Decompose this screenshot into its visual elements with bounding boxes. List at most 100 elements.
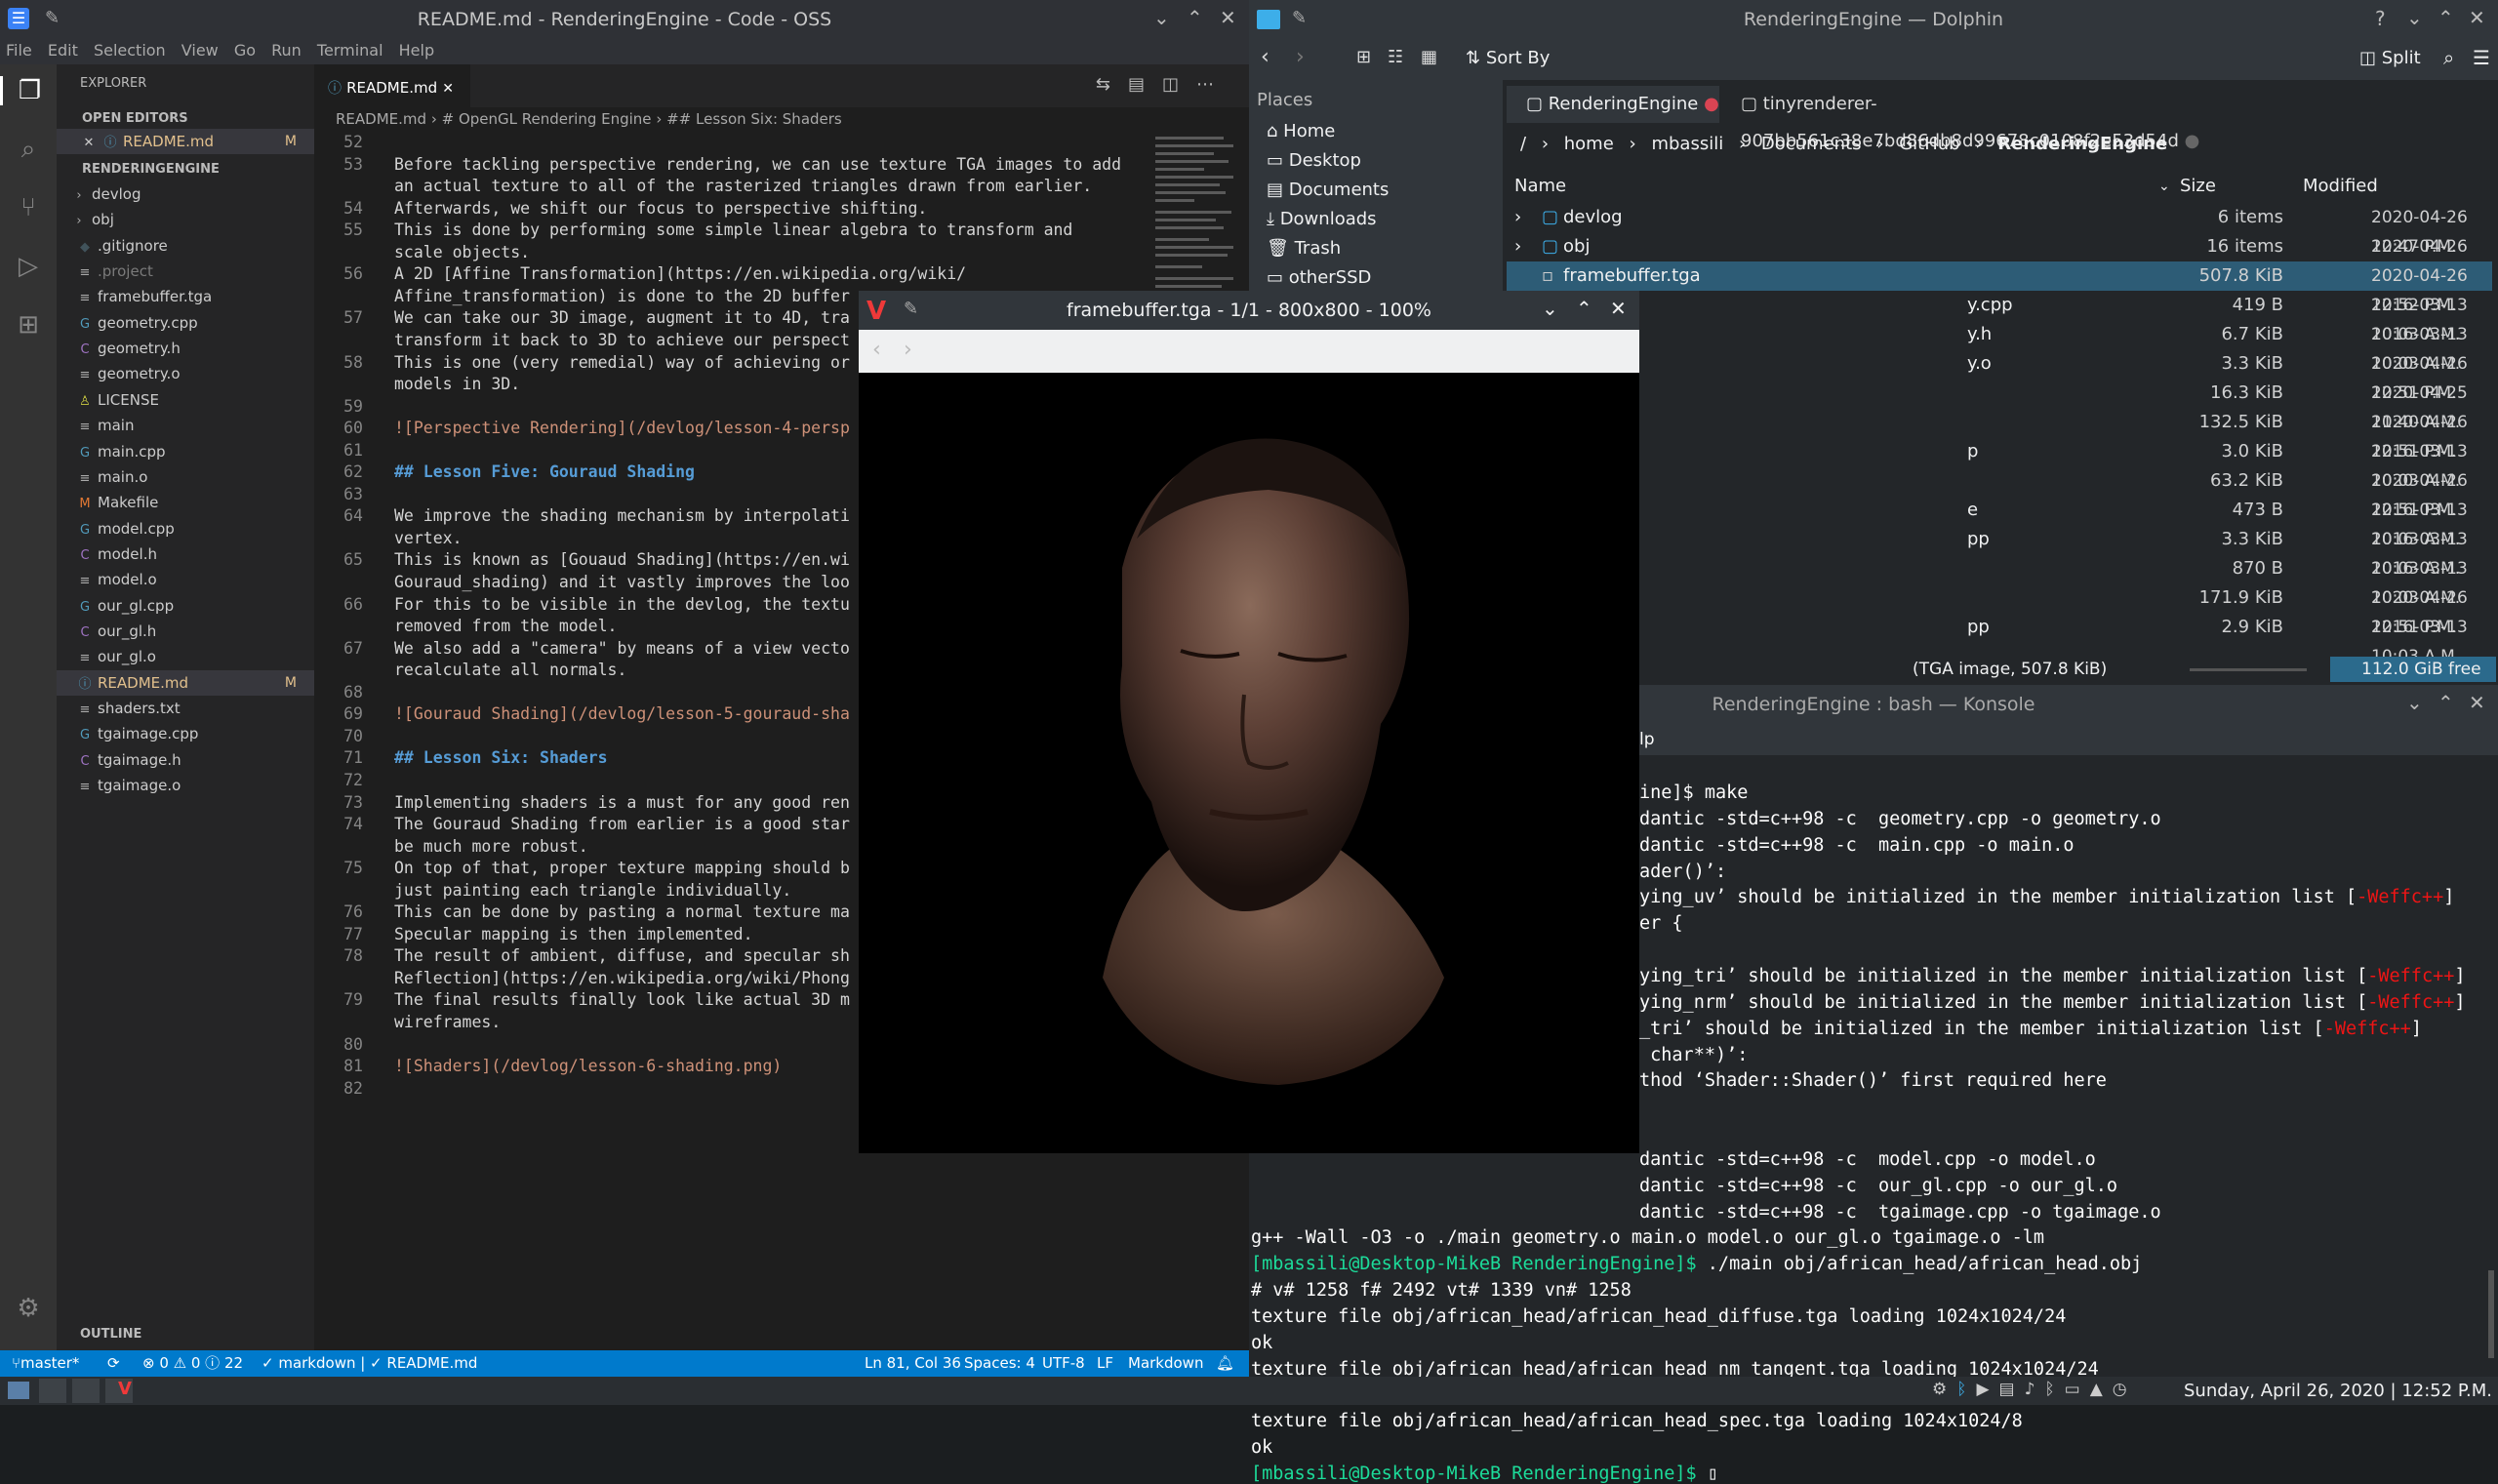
file-tree-item[interactable]: ◆ .gitignore — [57, 233, 314, 259]
file-tree-item[interactable]: ♙ LICENSE — [57, 387, 314, 413]
tray-network-icon[interactable]: ⚙ — [1932, 1380, 1956, 1399]
close-button[interactable]: ✕ — [1610, 297, 1627, 320]
hamburger-menu-icon[interactable]: ☰ — [2473, 46, 2490, 69]
file-tree-item[interactable]: Gmodel.cpp — [57, 516, 314, 541]
tray-media-icon[interactable]: ▶ — [1976, 1380, 1998, 1399]
search-icon[interactable]: ⌕ — [14, 135, 43, 164]
cursor-position[interactable]: Ln 81, Col 36 — [865, 1350, 961, 1377]
app-launcher-icon[interactable] — [8, 1382, 29, 1399]
code-line[interactable]: ![Gouraud Shading](/devlog/lesson-5-gour… — [394, 704, 850, 723]
crumb-documents[interactable]: Documents — [1761, 134, 1862, 154]
details-view-icon[interactable]: ▦ — [1421, 47, 1437, 67]
code-line[interactable]: The result of ambient, diffuse, and spec… — [394, 946, 850, 965]
file-row[interactable]: ›▢obj16 items2020-04-26 12:50 P.M. — [1507, 232, 2492, 286]
outline-header[interactable]: OUTLINE — [80, 1327, 141, 1342]
code-line[interactable]: just painting each triangle individually… — [394, 881, 791, 900]
help-icon[interactable]: ? — [2375, 7, 2386, 30]
minimize-button[interactable]: ⌄ — [1153, 6, 1170, 29]
file-tree-item[interactable]: ≡ shaders.txt — [57, 696, 314, 721]
code-line[interactable]: This can be done by pasting a normal tex… — [394, 902, 850, 921]
menu-selection[interactable]: Selection — [94, 41, 166, 60]
breadcrumb-heading-2[interactable]: ## Lesson Six: Shaders — [666, 110, 842, 128]
code-line[interactable]: Before tackling perspective rendering, w… — [394, 155, 1121, 174]
tray-bluetooth-icon[interactable]: ᛒ — [1956, 1380, 1976, 1399]
icons-view-icon[interactable]: ⊞ — [1356, 47, 1371, 67]
search-icon[interactable]: ⌕ — [2443, 46, 2454, 69]
terminal-scrollbar[interactable] — [2488, 1270, 2494, 1358]
sync-icon[interactable]: ⟳ — [107, 1350, 120, 1377]
column-name[interactable]: Name — [1514, 172, 1566, 201]
close-button[interactable]: ✕ — [2469, 6, 2485, 29]
file-tree-item[interactable]: › devlog — [57, 181, 314, 207]
code-line[interactable]: models in 3D. — [394, 375, 520, 393]
code-line[interactable]: ## Lesson Six: Shaders — [394, 748, 608, 767]
file-row[interactable]: ▫pp2.9 KiB2016-03-13 10:03 A.M. — [1507, 613, 2492, 666]
back-icon[interactable]: ‹ — [1261, 45, 1269, 69]
tab-renderingengine[interactable]: ▢ RenderingEngine ● — [1507, 86, 1719, 123]
menu-go[interactable]: Go — [234, 41, 256, 60]
file-row[interactable]: ▫pp3.3 KiB2016-03-13 10:03 A.M. — [1507, 525, 2492, 579]
code-line[interactable]: We improve the shading mechanism by inte… — [394, 506, 850, 525]
code-line[interactable]: ![Perspective Rendering](/devlog/lesson-… — [394, 419, 850, 437]
close-button[interactable]: ✕ — [2469, 691, 2485, 714]
code-line[interactable]: For this to be visible in the devlog, th… — [394, 595, 850, 614]
file-tree-item[interactable]: Gtgaimage.cpp — [57, 721, 314, 746]
file-tree-item[interactable]: ≡ tgaimage.o — [57, 773, 314, 798]
minimize-button[interactable]: ⌄ — [1542, 297, 1558, 320]
tab-close-icon[interactable]: ✕ — [442, 81, 454, 97]
file-row[interactable]: ▫171.9 KiB2020-04-26 12:51 P.M. — [1507, 583, 2492, 637]
code-line[interactable]: ![Shaders](/devlog/lesson-6-shading.png) — [394, 1057, 782, 1075]
branch-status[interactable]: ⑂ master* — [12, 1350, 79, 1377]
crumb-github[interactable]: GitHub — [1899, 134, 1959, 154]
place-trash[interactable]: 🗑︎ Trash — [1267, 238, 1341, 259]
file-tree-item[interactable]: Ggeometry.cpp — [57, 310, 314, 336]
menu-file[interactable]: File — [6, 41, 32, 60]
tray-expand-icon[interactable]: ▲ — [2090, 1380, 2113, 1399]
open-editor-item[interactable]: ✕ ⓘ README.md M — [57, 129, 314, 154]
code-line[interactable]: Affine_transformation) is done to the 2D… — [394, 287, 850, 305]
tray-clipboard-icon[interactable]: ▤ — [1999, 1380, 2025, 1399]
file-row[interactable]: ▫16.3 KiB2020-04-25 11:40 A.M. — [1507, 379, 2492, 432]
code-line[interactable]: This is one (very remedial) way of achie… — [394, 353, 850, 372]
tab-tinyrenderer[interactable]: ▢ tinyrenderer-907bb561c38e7bd86db8d9967… — [1721, 86, 2268, 151]
code-line[interactable]: transform it back to 3D to achieve our p… — [394, 331, 850, 349]
expand-icon[interactable]: › — [1514, 203, 1521, 232]
code-line[interactable]: Gouraud_shading) and it vastly improves … — [394, 573, 850, 591]
file-tree-item[interactable]: M Makefile — [57, 490, 314, 515]
file-tree-item[interactable]: ≡ .project — [57, 259, 314, 284]
open-preview-icon[interactable]: ▤ — [1128, 74, 1162, 95]
file-row[interactable]: ▫y.o3.3 KiB2020-04-26 12:51 P.M. — [1507, 349, 2492, 403]
menu-view[interactable]: View — [181, 41, 219, 60]
image-canvas[interactable] — [859, 373, 1639, 1153]
run-debug-icon[interactable]: ▷ — [14, 252, 43, 281]
code-line[interactable]: removed from the model. — [394, 617, 617, 635]
file-tree-item[interactable]: ≡ main.o — [57, 464, 314, 490]
menu-edit[interactable]: Edit — [48, 41, 78, 60]
file-tree-item[interactable]: Ctgaimage.h — [57, 747, 314, 773]
code-line[interactable]: The final results finally look like actu… — [394, 990, 850, 1009]
language-status[interactable]: ✓ markdown | ✓ README.md — [262, 1350, 477, 1377]
tray-volume-icon[interactable]: ♪ — [2025, 1380, 2045, 1399]
code-line[interactable]: The Gouraud Shading from earlier is a go… — [394, 815, 850, 833]
menu-run[interactable]: Run — [271, 41, 302, 60]
breadcrumb-heading-1[interactable]: # OpenGL Rendering Engine — [442, 110, 652, 128]
problems-status[interactable]: ⊗ 0 ⚠ 0 ⓘ 22 — [142, 1350, 243, 1377]
code-line[interactable]: On top of that, proper texture mapping s… — [394, 859, 850, 877]
menu-help[interactable]: Help — [399, 41, 434, 60]
code-line[interactable]: scale objects. — [394, 243, 530, 261]
code-line[interactable]: This is known as [Gouaud Shading](https:… — [394, 550, 850, 569]
task-konsole[interactable] — [72, 1379, 100, 1403]
file-tree-item[interactable]: ≡ our_gl.o — [57, 644, 314, 669]
code-line[interactable]: Specular mapping is then implemented. — [394, 925, 753, 943]
file-tree-item[interactable]: Cour_gl.h — [57, 619, 314, 644]
file-row[interactable]: ▫p3.0 KiB2016-03-13 10:03 A.M. — [1507, 437, 2492, 491]
tab-close-icon[interactable]: ● — [1704, 94, 1719, 114]
code-line[interactable]: A 2D [Affine Transformation](https://en.… — [394, 264, 966, 283]
file-tree-item[interactable]: ≡ model.o — [57, 567, 314, 592]
minimize-button[interactable]: ⌄ — [2406, 6, 2423, 29]
expand-icon[interactable]: › — [1514, 232, 1521, 261]
code-line[interactable]: wireframes. — [394, 1013, 501, 1031]
place-home[interactable]: ⌂ Home — [1267, 121, 1335, 141]
file-tree-item[interactable]: Gmain.cpp — [57, 439, 314, 464]
close-button[interactable]: ✕ — [1220, 6, 1236, 29]
